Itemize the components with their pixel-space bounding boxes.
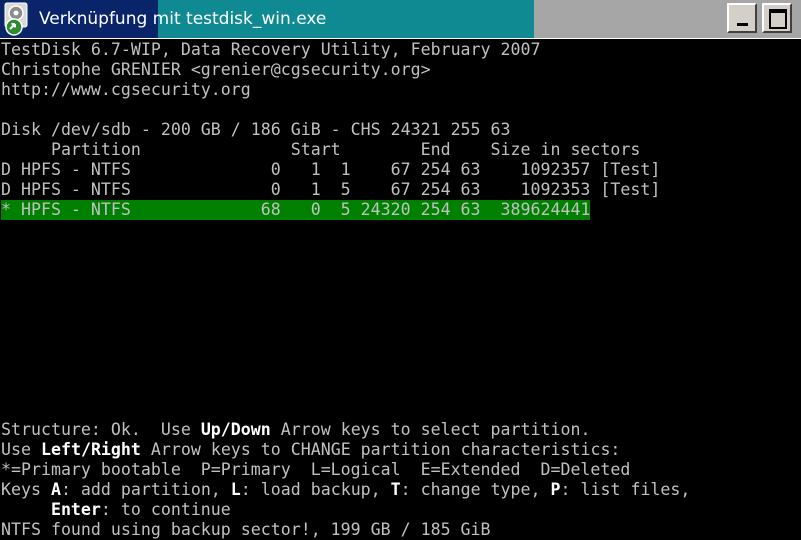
help-text: Keys (1, 480, 51, 499)
help-text: : list files, (560, 480, 691, 499)
help-text: : change type, (400, 480, 551, 499)
partition-type-legend: *=Primary bootable P=Primary L=Logical E… (1, 460, 631, 479)
help-text: Arrow keys to CHANGE partition character… (140, 440, 621, 459)
help-text: : add partition, (60, 480, 231, 499)
testdisk-app-icon (4, 2, 28, 36)
partition-table-header: Partition Start End Size in sectors (1, 140, 641, 159)
help-keys-line: Keys A: add partition, L: load backup, T… (1, 480, 690, 500)
terminal-screen[interactable]: TestDisk 6.7-WIP, Data Recovery Utility,… (0, 40, 801, 540)
key-p: P (550, 480, 561, 499)
app-version-line: TestDisk 6.7-WIP, Data Recovery Utility,… (1, 40, 541, 59)
key-separator: / (220, 420, 231, 439)
help-text: : load backup, (240, 480, 391, 499)
partition-row[interactable]: D HPFS - NTFS 0 1 5 67 254 63 1092353 [T… (1, 180, 660, 200)
window-title: Verknüpfung mit testdisk_win.exe (39, 9, 327, 29)
help-text: Use (1, 440, 41, 459)
author-line: Christophe GRENIER <grenier@cgsecurity.o… (1, 60, 431, 79)
key-t: T (390, 480, 401, 499)
minimize-button[interactable] (727, 3, 757, 33)
help-text: Structure: Ok. Use (1, 420, 201, 439)
partition-row[interactable]: D HPFS - NTFS 0 1 1 67 254 63 1092357 [T… (1, 160, 660, 180)
help-change-line: Use Left/Right Arrow keys to CHANGE part… (1, 440, 620, 460)
key-left: Left (40, 440, 81, 459)
key-enter: Enter (50, 500, 101, 519)
key-down: Down (230, 420, 271, 439)
key-up: Up (200, 420, 221, 439)
help-indent (1, 500, 51, 519)
key-separator: / (80, 440, 91, 459)
maximize-button[interactable] (762, 3, 792, 33)
help-text: : to continue (100, 500, 231, 519)
help-select-line: Structure: Ok. Use Up/Down Arrow keys to… (1, 420, 590, 440)
key-l: L (230, 480, 241, 499)
partition-row-selected[interactable]: * HPFS - NTFS 68 0 5 24320 254 63 389624… (1, 200, 591, 220)
window-titlebar[interactable]: Verknüpfung mit testdisk_win.exe (0, 0, 801, 39)
help-enter-line: Enter: to continue (1, 500, 231, 520)
key-a: A (50, 480, 61, 499)
key-right: Right (90, 440, 141, 459)
website-line: http://www.cgsecurity.org (1, 80, 251, 99)
disk-info: Disk /dev/sdb - 200 GB / 186 GiB - CHS 2… (1, 120, 511, 139)
status-message: NTFS found using backup sector!, 199 GB … (1, 520, 491, 539)
minimize-icon (737, 23, 748, 26)
maximize-icon (769, 9, 787, 29)
help-text: Arrow keys to select partition. (270, 420, 591, 439)
